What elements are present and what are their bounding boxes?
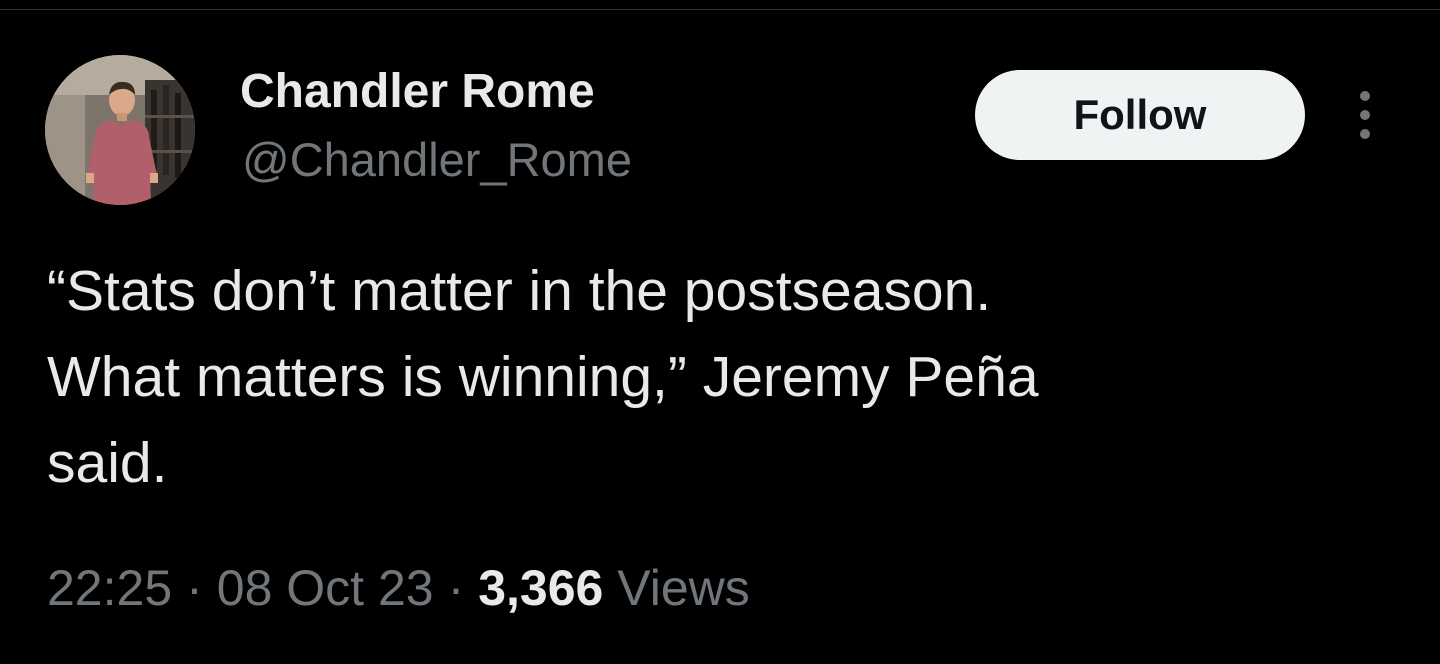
follow-button[interactable]: Follow bbox=[975, 70, 1305, 160]
author-handle[interactable]: @Chandler_Rome bbox=[242, 130, 632, 190]
more-vertical-icon[interactable] bbox=[1345, 88, 1385, 144]
views-label: Views bbox=[617, 560, 750, 616]
tweet-date[interactable]: 08 Oct 23 bbox=[217, 560, 434, 616]
meta-separator: · bbox=[447, 560, 465, 616]
views-count: 3,366 bbox=[478, 560, 604, 616]
avatar-photo bbox=[45, 55, 195, 205]
tweet-card: Chandler Rome @Chandler_Rome Follow “Sta… bbox=[0, 0, 1440, 664]
tweet-text: “Stats don’t matter in the postseason. W… bbox=[47, 259, 1039, 495]
tweet-meta: 22:25 · 08 Oct 23 · 3,366 Views bbox=[47, 556, 750, 620]
author-avatar[interactable] bbox=[45, 55, 195, 205]
tweet-time[interactable]: 22:25 bbox=[47, 560, 172, 616]
meta-separator: · bbox=[186, 560, 203, 616]
author-name[interactable]: Chandler Rome bbox=[240, 62, 595, 122]
